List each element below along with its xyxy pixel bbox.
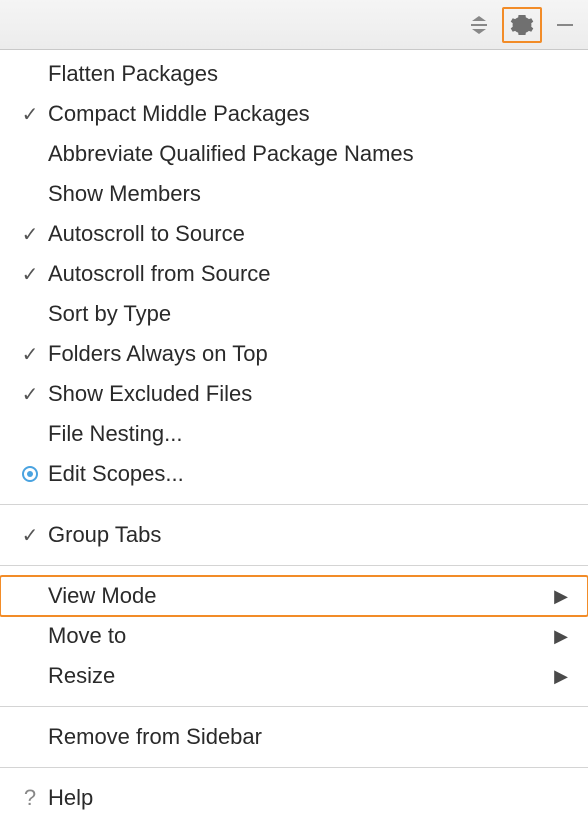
settings-button-highlighted[interactable] — [502, 7, 542, 43]
menu-separator — [0, 767, 588, 768]
menu-item-label: Flatten Packages — [46, 61, 568, 87]
menu-item-autoscroll-from-source[interactable]: Autoscroll from Source — [0, 254, 588, 294]
gear-icon — [510, 13, 534, 37]
menu-item-label: Resize — [46, 663, 554, 689]
menu-item-sort-by-type[interactable]: Sort by Type — [0, 294, 588, 334]
submenu-arrow-icon: ▶ — [554, 666, 568, 687]
check-icon — [14, 221, 46, 247]
menu-item-label: Show Members — [46, 181, 568, 207]
menu-item-resize[interactable]: Resize▶ — [0, 656, 588, 696]
menu-item-label: Sort by Type — [46, 301, 568, 327]
menu-item-group-tabs[interactable]: Group Tabs — [0, 515, 588, 555]
menu-item-label: Group Tabs — [46, 522, 568, 548]
menu-item-label: Help — [46, 785, 568, 811]
menu-item-flatten-packages[interactable]: Flatten Packages — [0, 54, 588, 94]
menu-item-label: Autoscroll to Source — [46, 221, 568, 247]
menu-item-label: Abbreviate Qualified Package Names — [46, 141, 568, 167]
menu-item-show-excluded-files[interactable]: Show Excluded Files — [0, 374, 588, 414]
collapse-expand-icon[interactable] — [462, 8, 496, 42]
menu-item-compact-middle-packages[interactable]: Compact Middle Packages — [0, 94, 588, 134]
menu-item-abbreviate-qualified-package-names[interactable]: Abbreviate Qualified Package Names — [0, 134, 588, 174]
check-icon — [14, 101, 46, 127]
menu-item-label: Show Excluded Files — [46, 381, 568, 407]
radio-icon — [14, 466, 46, 482]
menu-item-folders-always-on-top[interactable]: Folders Always on Top — [0, 334, 588, 374]
minimize-icon[interactable] — [548, 8, 582, 42]
menu-separator — [0, 504, 588, 505]
menu-item-label: Autoscroll from Source — [46, 261, 568, 287]
menu-item-label: Move to — [46, 623, 554, 649]
menu-item-label: Edit Scopes... — [46, 461, 568, 487]
menu-item-file-nesting[interactable]: File Nesting... — [0, 414, 588, 454]
menu-item-view-mode[interactable]: View Mode▶ — [0, 576, 588, 616]
check-icon — [14, 522, 46, 548]
menu-item-remove-from-sidebar[interactable]: Remove from Sidebar — [0, 717, 588, 757]
menu-separator — [0, 706, 588, 707]
check-icon — [14, 341, 46, 367]
menu-item-label: View Mode — [46, 583, 554, 609]
menu-item-autoscroll-to-source[interactable]: Autoscroll to Source — [0, 214, 588, 254]
check-icon — [14, 381, 46, 407]
settings-menu: Flatten Packages Compact Middle Packages A… — [0, 50, 588, 818]
menu-item-label: File Nesting... — [46, 421, 568, 447]
menu-separator — [0, 565, 588, 566]
menu-item-edit-scopes[interactable]: Edit Scopes... — [0, 454, 588, 494]
menu-item-show-members[interactable]: Show Members — [0, 174, 588, 214]
submenu-arrow-icon: ▶ — [554, 586, 568, 607]
submenu-arrow-icon: ▶ — [554, 626, 568, 647]
menu-item-label: Compact Middle Packages — [46, 101, 568, 127]
menu-item-label: Remove from Sidebar — [46, 724, 568, 750]
check-icon — [14, 261, 46, 287]
toolbar — [0, 0, 588, 50]
help-icon: ? — [14, 785, 46, 811]
menu-item-help[interactable]: ?Help — [0, 778, 588, 818]
menu-item-move-to[interactable]: Move to▶ — [0, 616, 588, 656]
menu-item-label: Folders Always on Top — [46, 341, 568, 367]
